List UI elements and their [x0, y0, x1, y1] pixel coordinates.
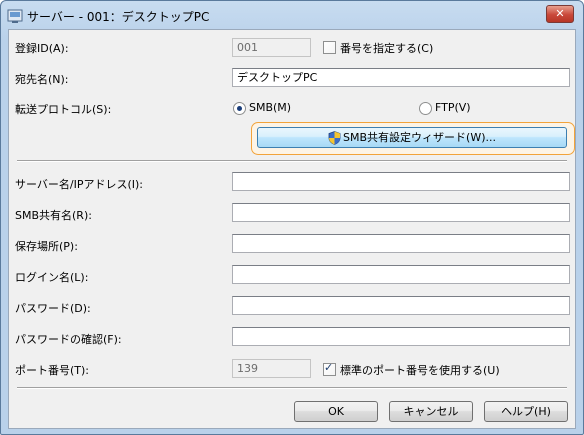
destination-name-label: 宛先名(N):: [15, 73, 69, 86]
registration-id-label: 登録ID(A):: [15, 42, 69, 55]
destination-name-field[interactable]: デスクトップPC: [232, 68, 570, 87]
protocol-label: 転送プロトコル(S):: [15, 103, 112, 116]
password-confirm-field[interactable]: [232, 327, 570, 346]
standard-port-checkbox[interactable]: ✓: [323, 361, 336, 376]
password-label: パスワード(D):: [15, 302, 91, 315]
separator-top: [17, 160, 567, 162]
checkmark-icon: ✓: [324, 361, 334, 374]
server-icon: [7, 9, 23, 23]
smb-radio[interactable]: [233, 102, 246, 115]
specify-number-checkbox[interactable]: [323, 41, 336, 54]
smb-share-name-label: SMB共有名(R):: [15, 209, 92, 222]
specify-number-label: 番号を指定する(C): [340, 42, 434, 55]
port-number-label: ポート番号(T):: [15, 364, 90, 377]
smb-wizard-button[interactable]: SMB共有設定ウィザード(W)...: [257, 127, 567, 148]
separator-bottom: [17, 387, 567, 389]
ok-button[interactable]: OK: [294, 401, 378, 422]
window-title: サーバー - 001：デスクトップPC: [27, 10, 210, 24]
password-field[interactable]: [232, 296, 570, 315]
login-name-label: ログイン名(L):: [15, 271, 89, 284]
save-location-label: 保存場所(P):: [15, 240, 78, 253]
smb-share-name-field[interactable]: [232, 203, 570, 222]
save-location-field[interactable]: [232, 234, 570, 253]
wizard-highlight: SMB共有設定ウィザード(W)...: [251, 122, 575, 155]
login-name-field[interactable]: [232, 265, 570, 284]
dialog-body: 登録ID(A): 001 番号を指定する(C) 宛先名(N): デスクトップPC…: [8, 29, 576, 429]
title-bar[interactable]: サーバー - 001：デスクトップPC ✕: [1, 1, 583, 31]
password-confirm-label: パスワードの確認(F):: [15, 333, 122, 346]
smb-radio-label: SMB(M): [249, 101, 292, 114]
registration-id-field: 001: [232, 38, 311, 57]
uac-shield-icon: [328, 131, 341, 145]
ftp-radio[interactable]: [419, 102, 432, 115]
smb-wizard-button-label: SMB共有設定ウィザード(W)...: [343, 131, 496, 144]
server-address-field[interactable]: [232, 172, 570, 191]
standard-port-label: 標準のポート番号を使用する(U): [340, 364, 500, 377]
dialog-window: サーバー - 001：デスクトップPC ✕ 登録ID(A): 001 番号を指定…: [0, 0, 584, 435]
ftp-radio-label: FTP(V): [435, 101, 471, 114]
server-address-label: サーバー名/IPアドレス(I):: [15, 178, 144, 191]
help-button[interactable]: ヘルプ(H): [484, 401, 568, 422]
close-button[interactable]: ✕: [546, 5, 574, 23]
cancel-button[interactable]: キャンセル: [389, 401, 473, 422]
port-number-field: 139: [232, 359, 311, 378]
